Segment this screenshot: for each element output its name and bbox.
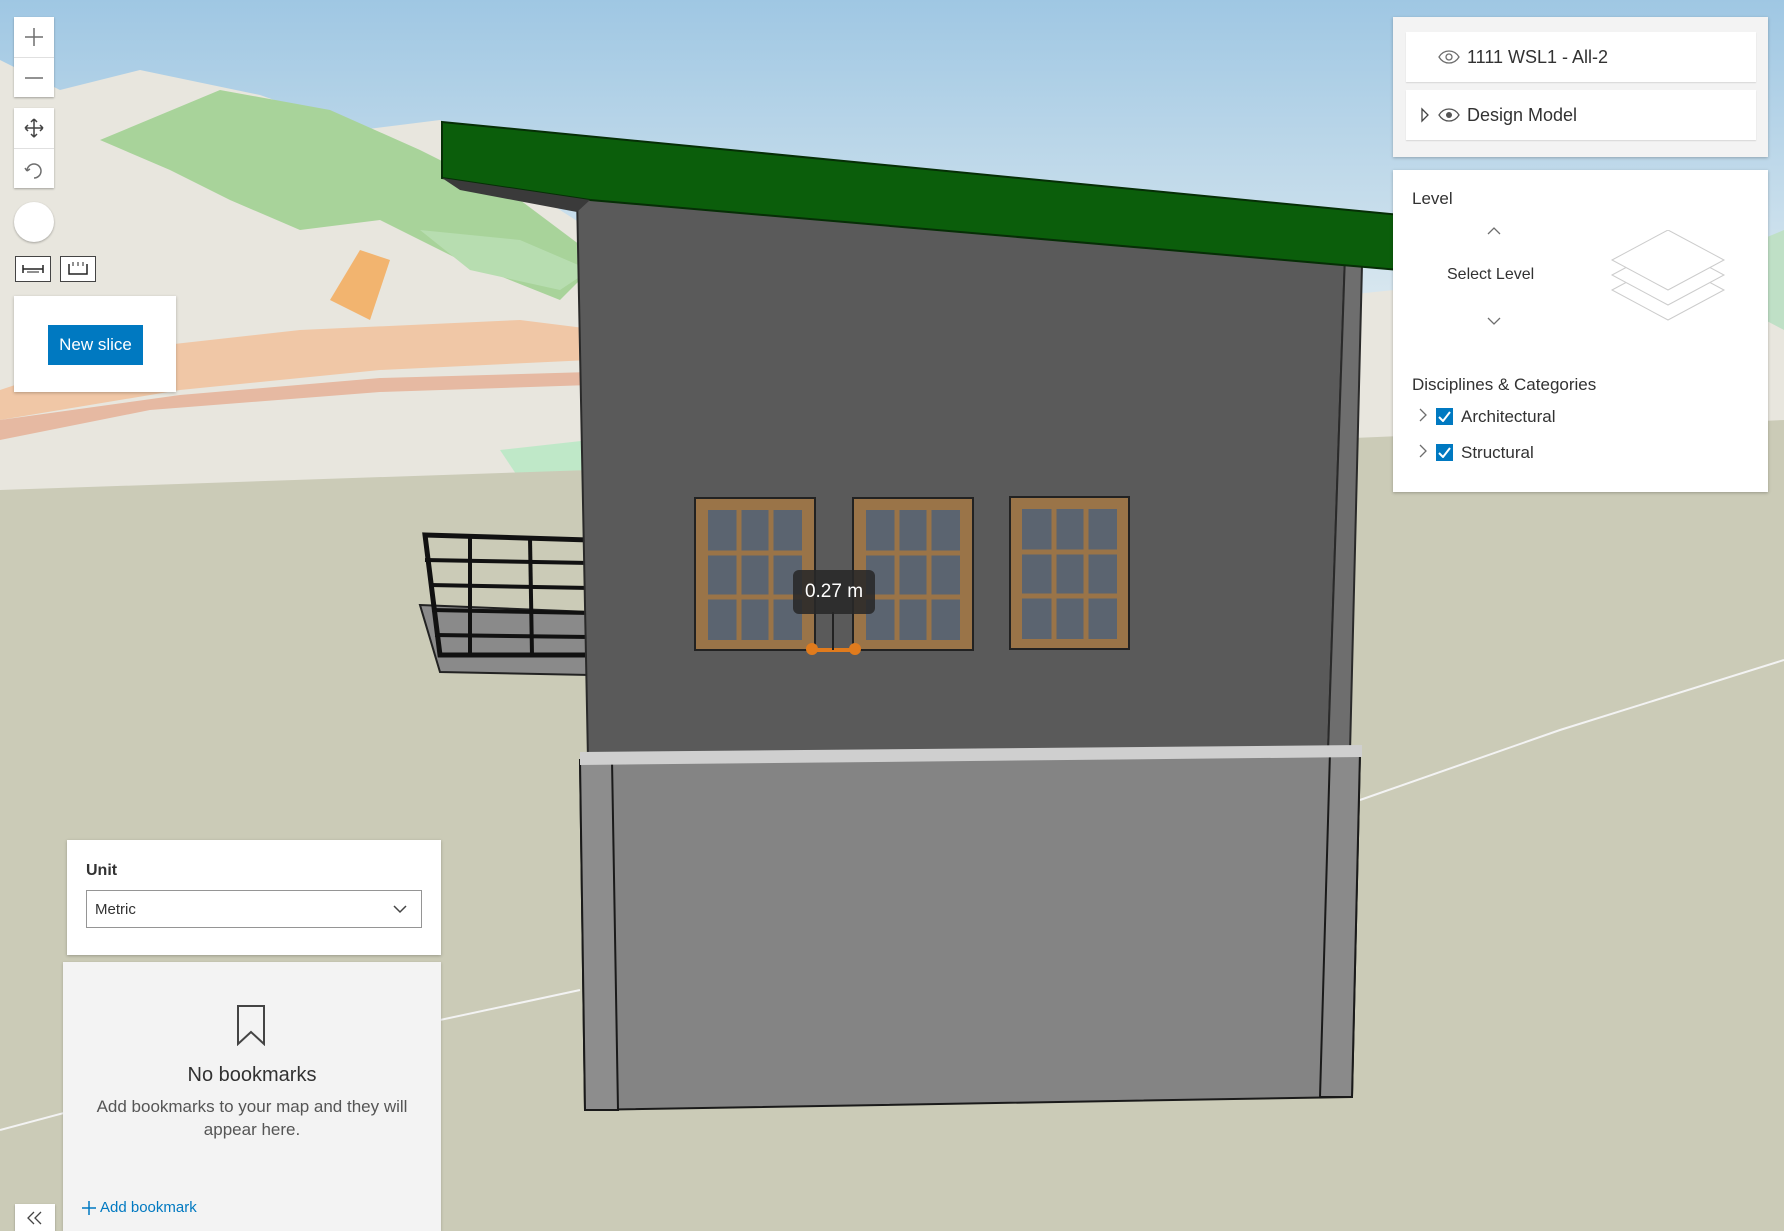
add-bookmark-button[interactable]: Add bookmark: [81, 1199, 197, 1216]
balcony-floor: [418, 603, 591, 677]
distance-measurement-button[interactable]: [15, 256, 51, 282]
measure-area-icon: [68, 262, 88, 275]
add-bookmark-label: Add bookmark: [100, 1199, 197, 1216]
compass-button[interactable]: [14, 202, 54, 242]
layer-list-panel: 1111 WSL1 - All-2 Design Model: [1393, 17, 1768, 157]
layer-item-label: Design Model: [1467, 104, 1578, 125]
levels-stack-icon: [1610, 230, 1726, 321]
category-label-structural: Structural: [1461, 443, 1534, 462]
chevron-up-icon[interactable]: [1487, 226, 1501, 236]
chevron-down-icon: [393, 905, 407, 914]
bookmarks-empty-message: Add bookmarks to your map and they will …: [96, 1097, 408, 1139]
rotate-icon: [24, 162, 42, 179]
rotate-button[interactable]: [14, 148, 54, 188]
unit-title: Unit: [86, 862, 118, 879]
eye-icon[interactable]: [1438, 49, 1460, 65]
plus-icon: [82, 1200, 96, 1215]
zoom-in-button[interactable]: [14, 17, 54, 57]
window-right: [1009, 496, 1130, 650]
zoom-out-button[interactable]: [14, 57, 54, 97]
chevron-right-icon[interactable]: [1419, 444, 1427, 458]
chevron-right-icon[interactable]: [1419, 408, 1427, 422]
category-label-architectural: Architectural: [1461, 407, 1556, 426]
upper-wall: [575, 193, 1347, 762]
bookmarks-empty-title: No bookmarks: [187, 1064, 317, 1086]
collapse-panel-button[interactable]: [15, 1204, 55, 1231]
double-chevron-left-icon: [27, 1211, 42, 1224]
unit-select-value: Metric: [95, 900, 136, 918]
select-level-button[interactable]: Select Level: [1447, 266, 1534, 284]
measurement-label: 0.27 m: [793, 570, 875, 614]
layer-item-label: 1111 WSL1 - All-2: [1467, 46, 1609, 67]
chevron-down-icon[interactable]: [1487, 316, 1501, 326]
minus-icon: [25, 76, 43, 79]
new-slice-button[interactable]: New slice: [48, 325, 143, 365]
architectural-checkbox[interactable]: [1436, 408, 1453, 425]
navigation-toggle: [14, 108, 54, 188]
slice-panel: New slice: [14, 296, 176, 392]
pan-button[interactable]: [14, 108, 54, 148]
measure-line-icon: [22, 265, 44, 273]
unit-select[interactable]: Metric: [86, 890, 422, 928]
layer-item-design-model[interactable]: Design Model: [1406, 90, 1756, 140]
compass-icon: [26, 214, 42, 230]
layer-item-wsl1[interactable]: 1111 WSL1 - All-2: [1406, 32, 1756, 82]
plus-icon: [25, 28, 43, 46]
base-wall: [578, 750, 1362, 1112]
check-icon: [1438, 411, 1451, 422]
bookmarks-panel: No bookmarks Add bookmarks to your map a…: [63, 962, 441, 1231]
check-icon: [1438, 447, 1451, 458]
zoom-controls: [14, 17, 54, 97]
structural-checkbox[interactable]: [1436, 444, 1453, 461]
base-wall-left-edge: [578, 759, 620, 1111]
measurement-handle-start: [806, 643, 818, 655]
disciplines-title: Disciplines & Categories: [1412, 375, 1597, 394]
caret-right-icon[interactable]: [1420, 107, 1430, 123]
area-measurement-button[interactable]: [60, 256, 96, 282]
measurement-handle-end: [849, 643, 861, 655]
pan-icon: [24, 118, 44, 138]
building-filter-panel: Level Select Level Disciplines & Categor…: [1393, 170, 1768, 492]
eye-icon[interactable]: [1438, 107, 1460, 123]
unit-panel: Unit Metric: [67, 840, 441, 955]
bookmark-icon: [237, 1005, 265, 1046]
level-title: Level: [1412, 189, 1453, 208]
